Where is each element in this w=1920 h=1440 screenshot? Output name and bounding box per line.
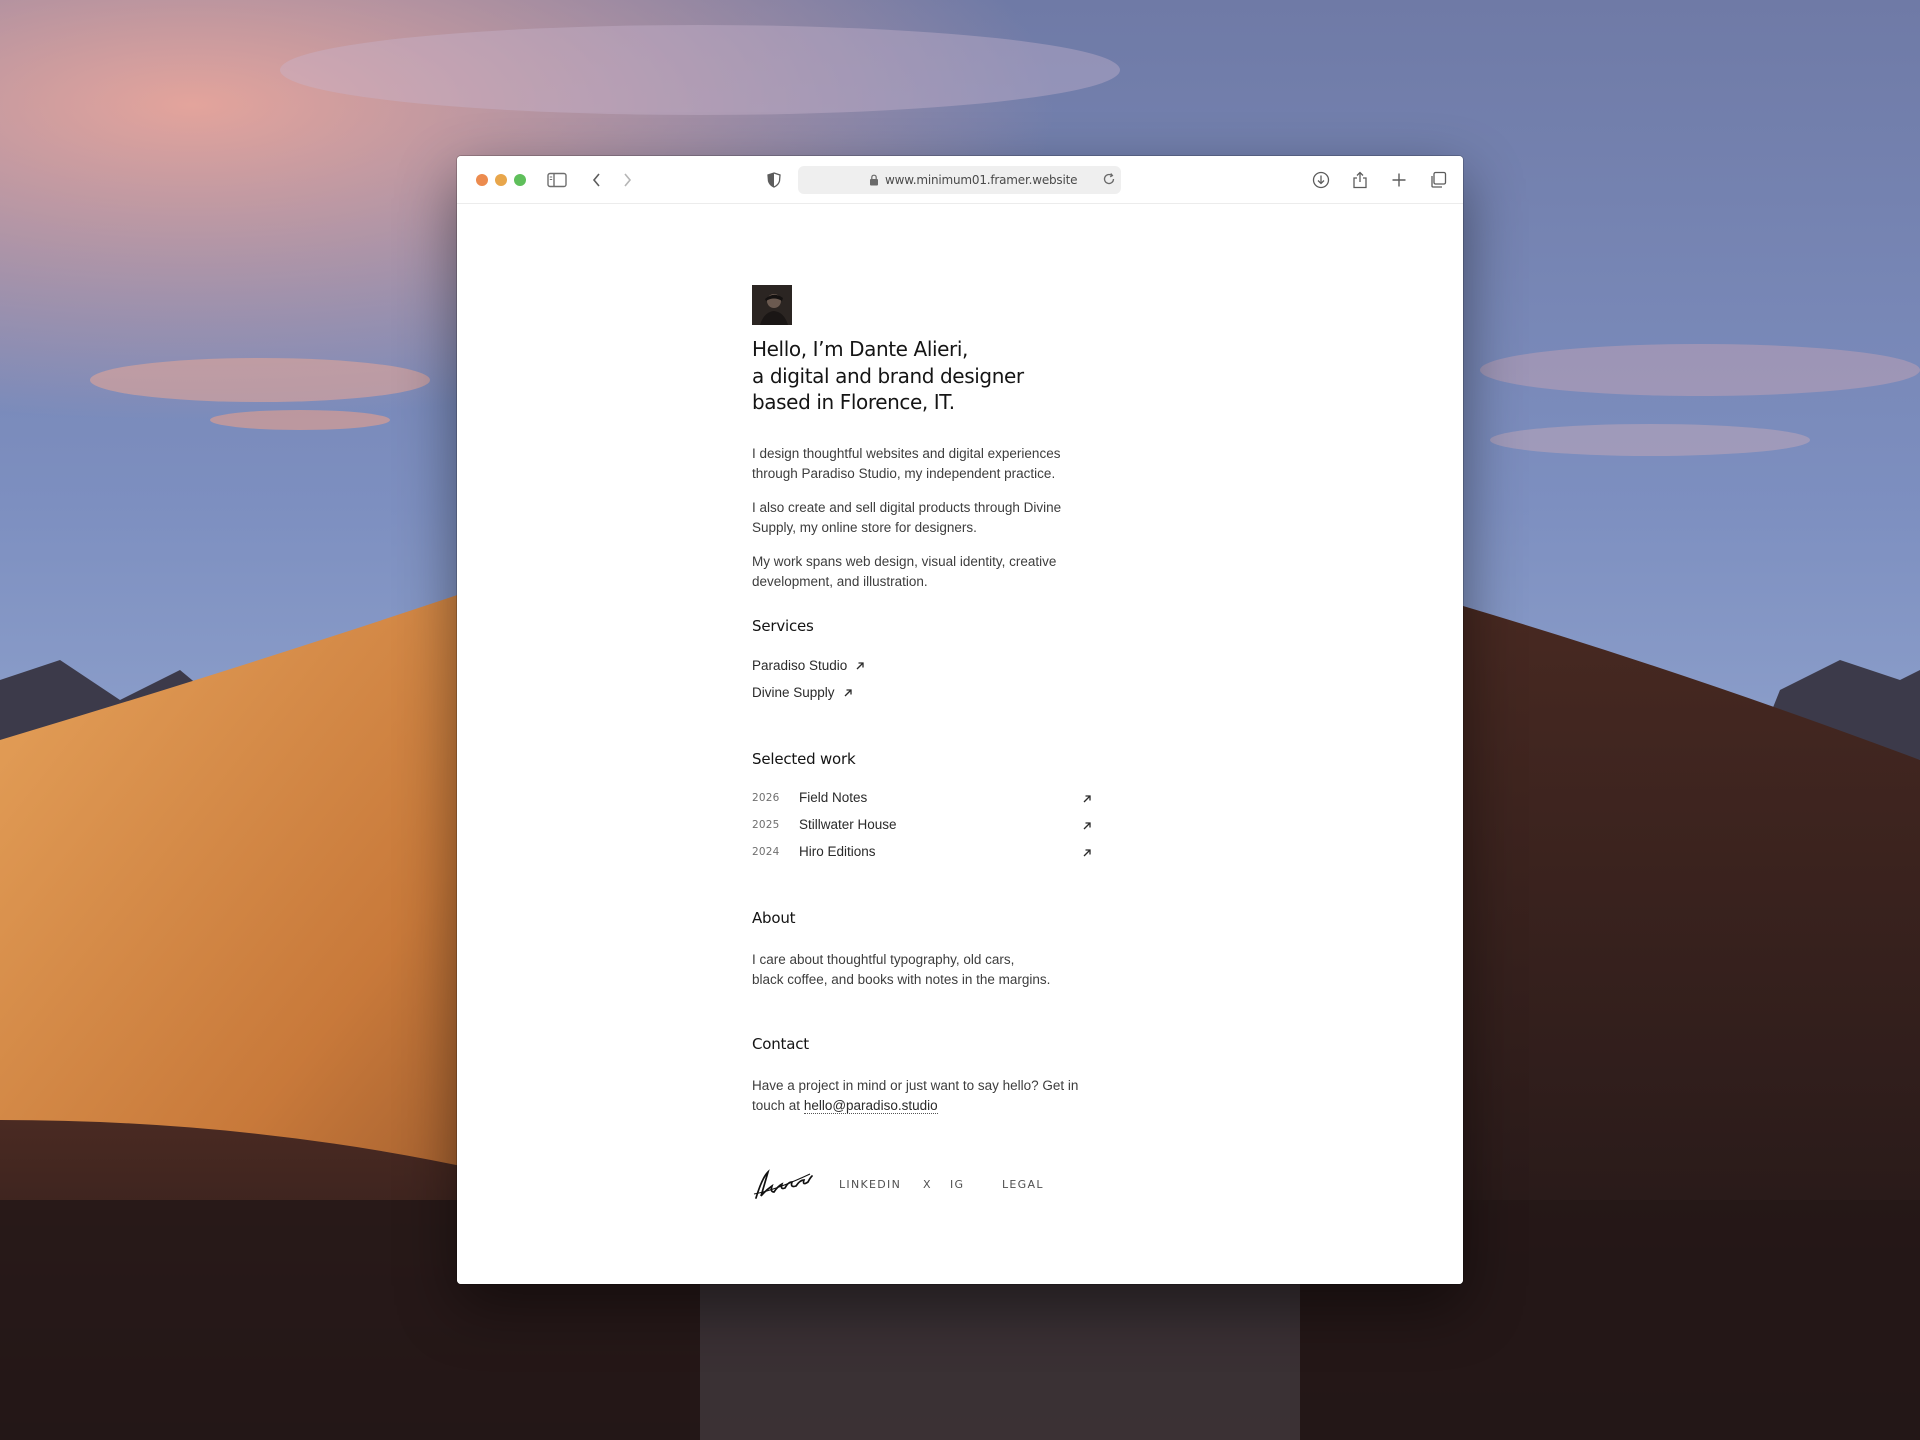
- work-year: 2026: [752, 792, 780, 804]
- footer-link-linkedin[interactable]: LINKEDIN: [839, 1178, 901, 1191]
- web-page: Hello, I’m Dante Alieri, a digital and b…: [457, 204, 1463, 1284]
- email-link[interactable]: hello@paradiso.studio: [803, 1098, 938, 1114]
- contact-text: Have a project in mind or just want to s…: [752, 1076, 1092, 1116]
- work-item-stillwater-house[interactable]: 2025 Stillwater House: [752, 817, 1092, 837]
- contact-heading: Contact: [752, 1035, 809, 1053]
- work-year: 2024: [752, 846, 780, 858]
- external-arrow-icon: [1083, 822, 1091, 830]
- intro-paragraph: I design thoughtful websites and digital…: [752, 446, 1061, 481]
- headline-line: Hello, I’m Dante Alieri,: [752, 337, 968, 361]
- footer: LINKEDIN X IG LEGAL: [752, 1168, 1112, 1199]
- about-line: black coffee, and books with notes in th…: [752, 972, 1051, 987]
- minimize-window-button[interactable]: [495, 174, 507, 186]
- address-bar[interactable]: www.minimum01.framer.website: [798, 166, 1121, 194]
- sidebar-toggle-icon[interactable]: [545, 168, 569, 192]
- service-label: Paradiso Studio: [752, 658, 848, 673]
- forward-icon[interactable]: [615, 168, 639, 192]
- work-title: Field Notes: [799, 790, 868, 805]
- about-line: I care about thoughtful typography, old …: [752, 952, 1015, 967]
- intro-paragraph: My work spans web design, visual identit…: [752, 554, 1057, 589]
- headline-line: based in Florence, IT.: [752, 390, 955, 414]
- back-icon[interactable]: [585, 168, 609, 192]
- about-text: I care about thoughtful typography, old …: [752, 950, 1112, 990]
- selected-work-heading: Selected work: [752, 750, 856, 768]
- reload-icon[interactable]: [1102, 172, 1116, 191]
- new-tab-icon[interactable]: [1387, 168, 1411, 192]
- close-window-button[interactable]: [476, 174, 488, 186]
- external-arrow-icon: [856, 661, 864, 669]
- tab-overview-icon[interactable]: [1426, 168, 1450, 192]
- maximize-window-button[interactable]: [514, 174, 526, 186]
- services-heading: Services: [752, 617, 814, 635]
- external-arrow-icon: [1083, 795, 1091, 803]
- lock-icon: [869, 173, 879, 191]
- work-title: Hiro Editions: [799, 844, 876, 859]
- headline-line: a digital and brand designer: [752, 363, 1024, 388]
- browser-toolbar: www.minimum01.framer.website: [457, 156, 1463, 204]
- work-item-field-notes[interactable]: 2026 Field Notes: [752, 790, 1092, 810]
- service-label: Divine Supply: [752, 685, 835, 700]
- service-link-paradiso-studio[interactable]: Paradiso Studio: [752, 658, 865, 673]
- about-heading: About: [752, 909, 796, 927]
- intro-paragraph: I also create and sell digital products …: [752, 500, 1062, 535]
- browser-window: www.minimum01.framer.website Hello, I’m …: [457, 156, 1463, 1284]
- footer-link-legal[interactable]: LEGAL: [1002, 1178, 1044, 1191]
- footer-link-ig[interactable]: IG: [950, 1178, 964, 1191]
- privacy-shield-icon[interactable]: [762, 168, 786, 192]
- signature-logo[interactable]: [752, 1168, 814, 1202]
- service-link-divine-supply[interactable]: Divine Supply: [752, 685, 853, 700]
- work-title: Stillwater House: [799, 817, 897, 832]
- avatar: [752, 285, 792, 325]
- work-year: 2025: [752, 819, 780, 831]
- work-item-hiro-editions[interactable]: 2024 Hiro Editions: [752, 844, 1092, 864]
- url-text: www.minimum01.framer.website: [885, 173, 1078, 187]
- footer-link-x[interactable]: X: [923, 1178, 932, 1191]
- external-arrow-icon: [844, 688, 852, 696]
- share-icon[interactable]: [1348, 168, 1372, 192]
- downloads-icon[interactable]: [1309, 168, 1333, 192]
- hero-headline: Hello, I’m Dante Alieri, a digital and b…: [752, 336, 1112, 416]
- external-arrow-icon: [1083, 849, 1091, 857]
